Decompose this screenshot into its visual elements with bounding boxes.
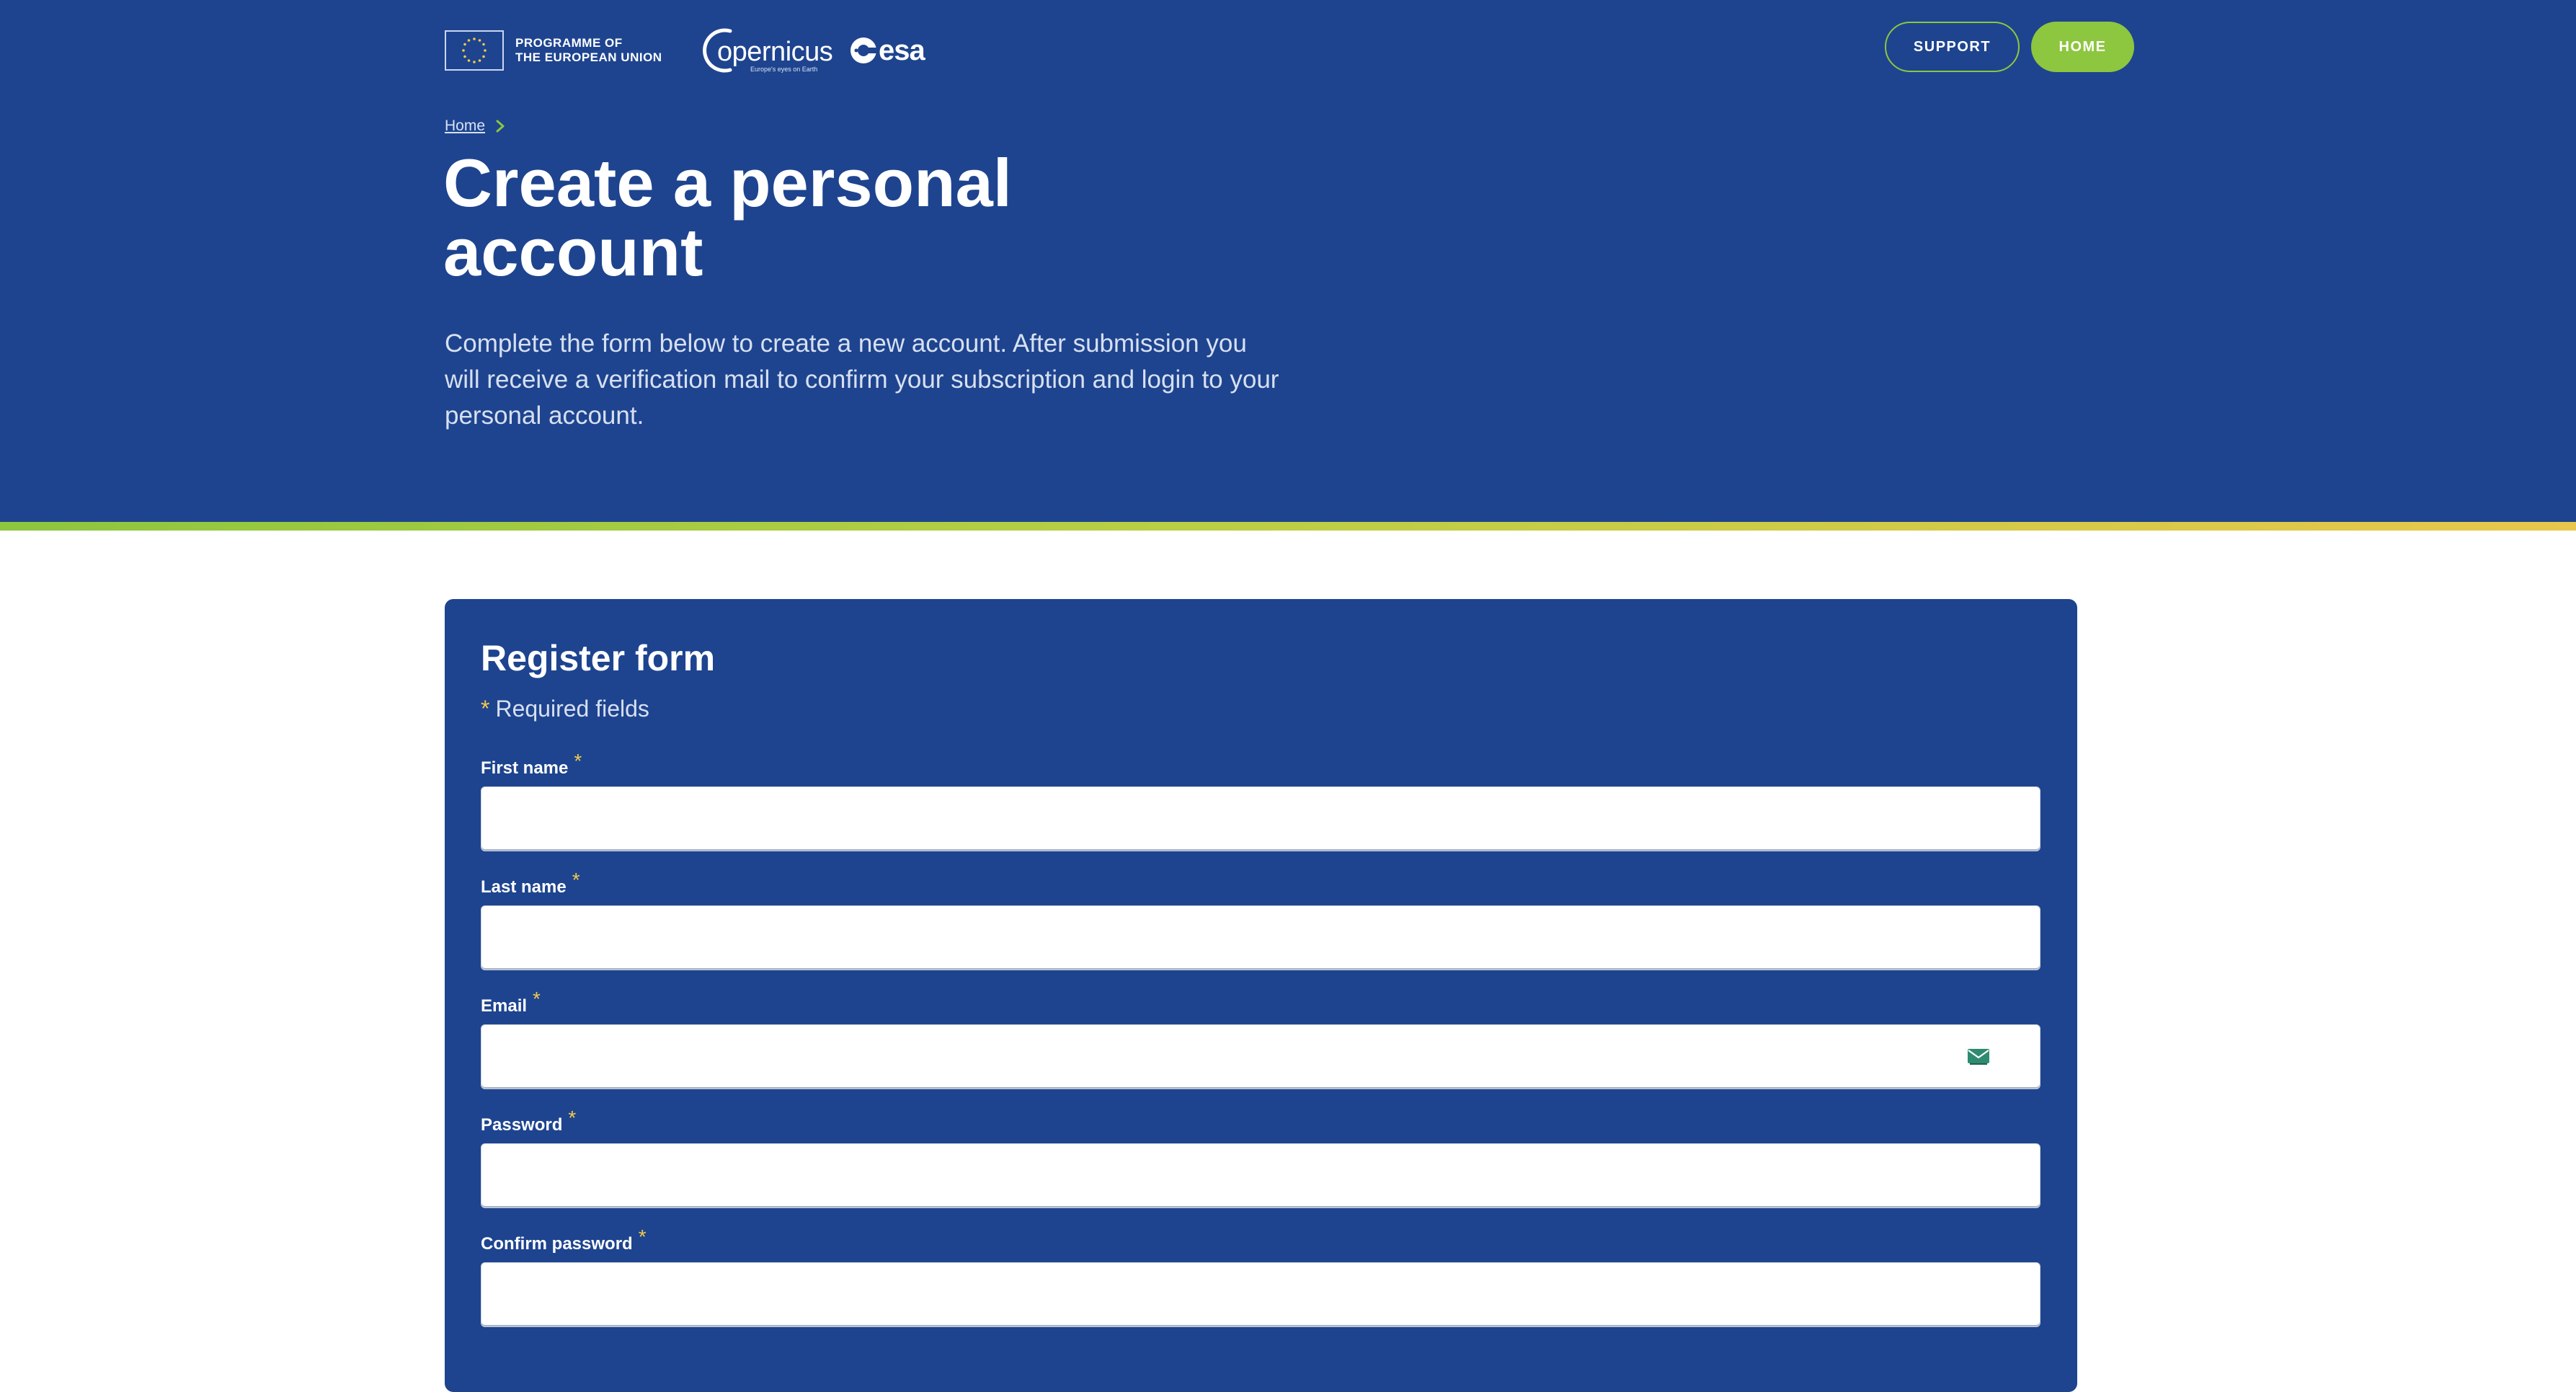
confirm-password-label: Confirm password * [481,1226,647,1255]
eu-programme-line2: THE EUROPEAN UNION [515,50,662,64]
envelope-icon [1968,1049,1989,1065]
password-input[interactable] [481,1143,2040,1208]
last-name-label-text: Last name [481,877,567,897]
required-star: * [572,869,580,891]
copernicus-tagline: Europe's eyes on Earth [750,66,818,73]
form-title: Register form [481,638,716,678]
eu-programme-line1: PROGRAMME OF [515,36,623,50]
page-title: Create a personal account [443,145,1012,290]
first-name-label-text: First name [481,758,569,778]
password-label: Password * [481,1107,576,1136]
register-form-card: Register form * Required fields First nam… [445,599,2077,1392]
breadcrumb-home-link[interactable]: Home [445,118,485,135]
email-input[interactable] [481,1024,2040,1089]
eu-flag-icon[interactable] [445,30,504,71]
confirm-password-input[interactable] [481,1262,2040,1327]
esa-logo-icon [850,37,877,63]
copernicus-wordmark: opernicus [717,37,833,67]
required-star: * [638,1225,647,1248]
chevron-right-icon [496,120,505,133]
home-button[interactable]: HOME [2031,22,2134,72]
email-label: Email * [481,988,541,1017]
hero-accent-stripe [0,522,2576,531]
last-name-input[interactable] [481,905,2040,970]
required-star: * [568,1107,577,1129]
partner-logos: PROGRAMME OF THE EUROPEAN UNION opernicu… [445,27,925,74]
esa-wordmark: esa [879,34,925,66]
required-star: * [574,750,582,772]
password-label-text: Password [481,1115,563,1135]
first-name-label: First name * [481,750,582,779]
required-star: * [533,988,541,1010]
last-name-label: Last name * [481,869,580,898]
required-note-text: Required fields [495,696,649,722]
breadcrumb: Home [445,115,505,137]
confirm-password-label-text: Confirm password [481,1234,633,1254]
email-label-text: Email [481,996,528,1016]
support-button[interactable]: SUPPORT [1885,22,2020,72]
copernicus-logo[interactable]: opernicus Europe's eyes on Earth [698,25,833,76]
hero-banner: PROGRAMME OF THE EUROPEAN UNION opernicu… [0,0,2576,522]
first-name-input[interactable] [481,786,2040,851]
page-intro: Complete the form below to create a new … [445,329,1279,430]
esa-logo[interactable]: esa [850,27,925,74]
eu-programme-text: PROGRAMME OF THE EUROPEAN UNION [515,36,674,65]
required-star: * [481,696,490,722]
required-fields-note: * Required fields [481,694,649,723]
